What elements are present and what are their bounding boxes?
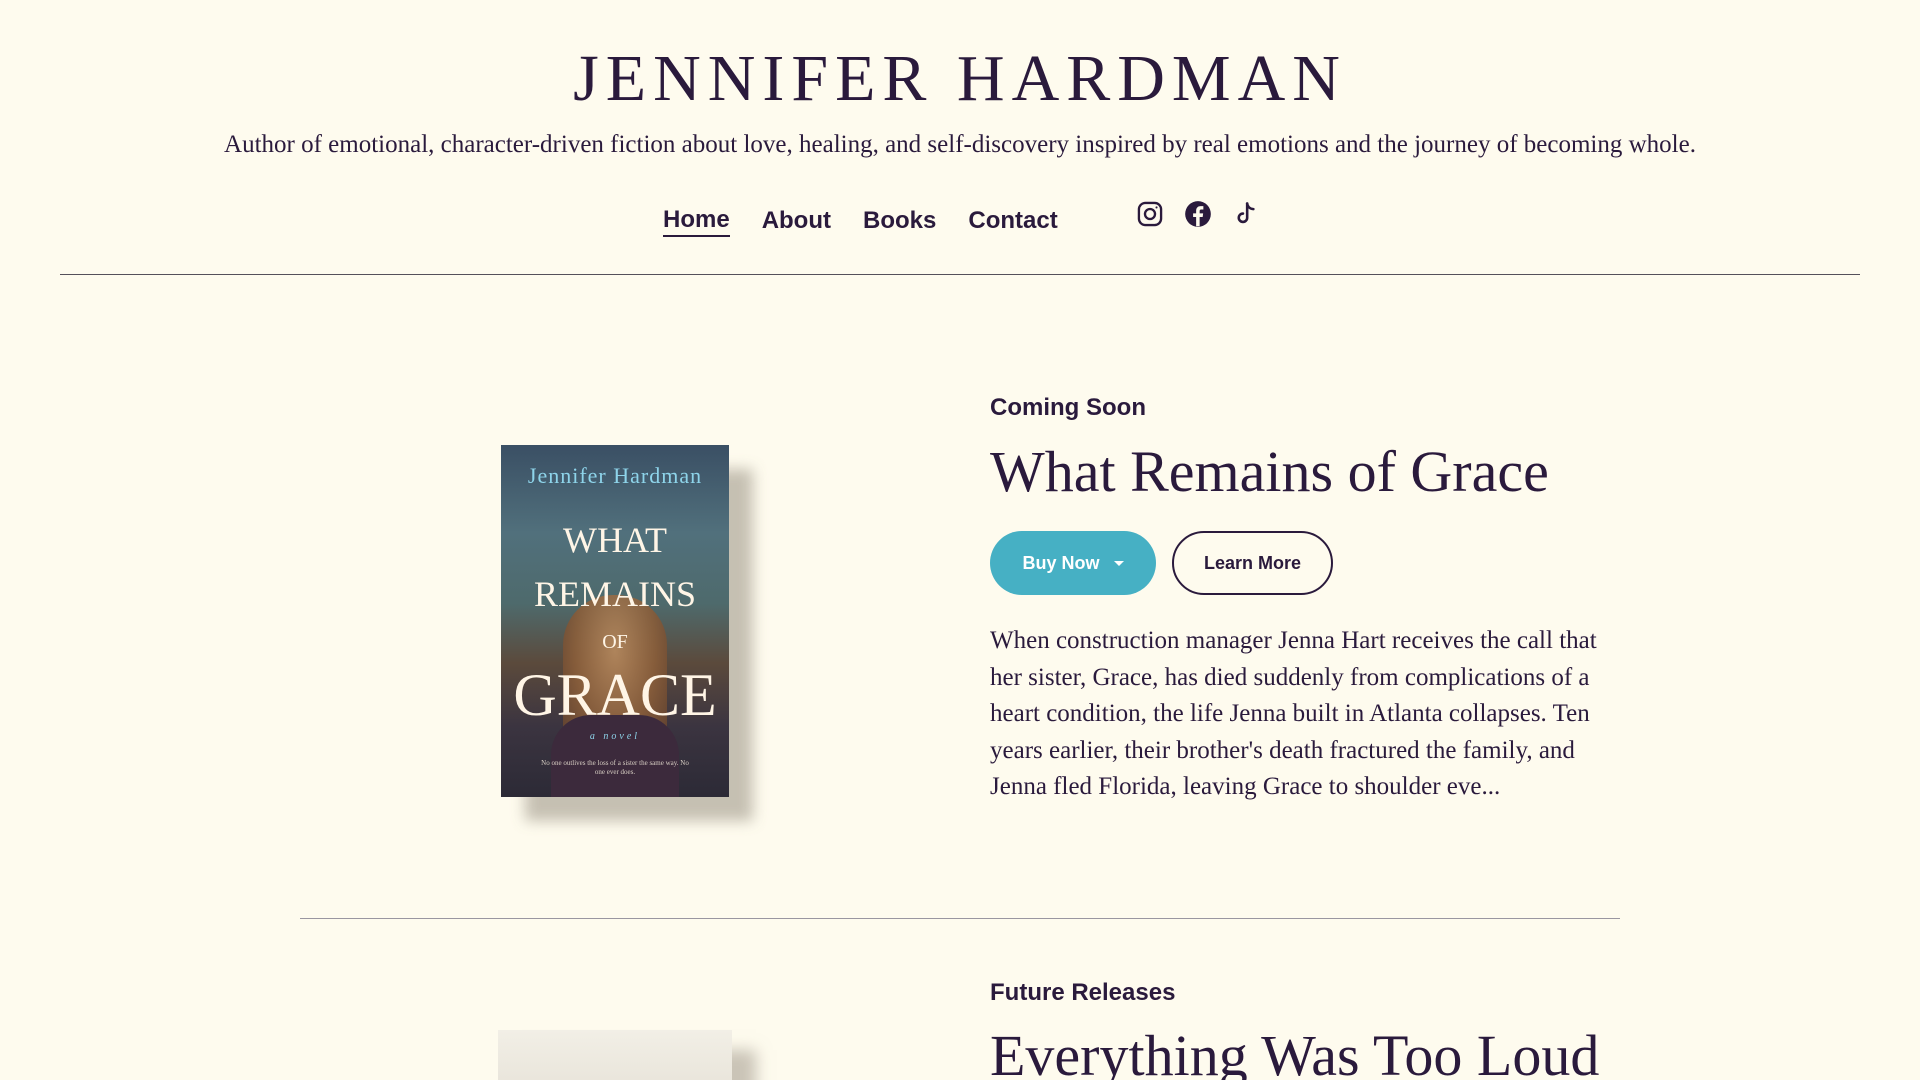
section-divider bbox=[300, 918, 1620, 919]
book-cover-everything-was-too-loud[interactable] bbox=[498, 1030, 732, 1080]
site-title[interactable]: JENNIFER HARDMAN bbox=[0, 40, 1920, 118]
nav-about[interactable]: About bbox=[762, 206, 831, 236]
learn-more-button[interactable]: Learn More bbox=[1172, 531, 1333, 595]
nav-books[interactable]: Books bbox=[863, 206, 936, 236]
book-cover-what-remains-of-grace[interactable]: Jennifer Hardman WHAT REMAINS OF GRACE a… bbox=[501, 445, 753, 821]
buy-now-button[interactable]: Buy Now bbox=[990, 531, 1156, 595]
cover-art: Jennifer Hardman WHAT REMAINS OF GRACE a… bbox=[501, 445, 729, 797]
book-status-label-2: Future Releases bbox=[990, 979, 1176, 1006]
book-description: When construction manager Jenna Hart rec… bbox=[990, 627, 1597, 800]
cover-subtitle: a novel bbox=[589, 731, 641, 742]
site-tagline: Author of emotional, character-driven fi… bbox=[224, 131, 1696, 158]
cover-title-line-2: REMAINS bbox=[533, 574, 697, 614]
social-links bbox=[1136, 200, 1260, 230]
nav-home[interactable]: Home bbox=[663, 205, 730, 237]
book-status-label: Coming Soon bbox=[990, 394, 1146, 421]
buy-now-label: Buy Now bbox=[1022, 552, 1100, 573]
nav-contact[interactable]: Contact bbox=[968, 206, 1057, 236]
facebook-icon[interactable] bbox=[1184, 200, 1212, 230]
cover-author: Jennifer Hardman bbox=[527, 463, 703, 488]
cover-blurb: No one outlives the loss of a sister the… bbox=[541, 759, 689, 776]
cover-title-line-1: WHAT bbox=[563, 520, 667, 560]
cover-title-line-4: GRACE bbox=[513, 662, 717, 728]
instagram-icon[interactable] bbox=[1136, 200, 1164, 230]
book-title[interactable]: What Remains of Grace bbox=[990, 439, 1549, 505]
tiktok-icon[interactable] bbox=[1232, 200, 1260, 230]
book-title-2[interactable]: Everything Was Too Loud bbox=[990, 1023, 1599, 1080]
cover-title-line-3: OF bbox=[602, 631, 628, 653]
main-nav: Home About Books Contact bbox=[663, 204, 1090, 238]
header-divider bbox=[60, 274, 1860, 275]
caret-down-icon bbox=[1113, 560, 1124, 566]
